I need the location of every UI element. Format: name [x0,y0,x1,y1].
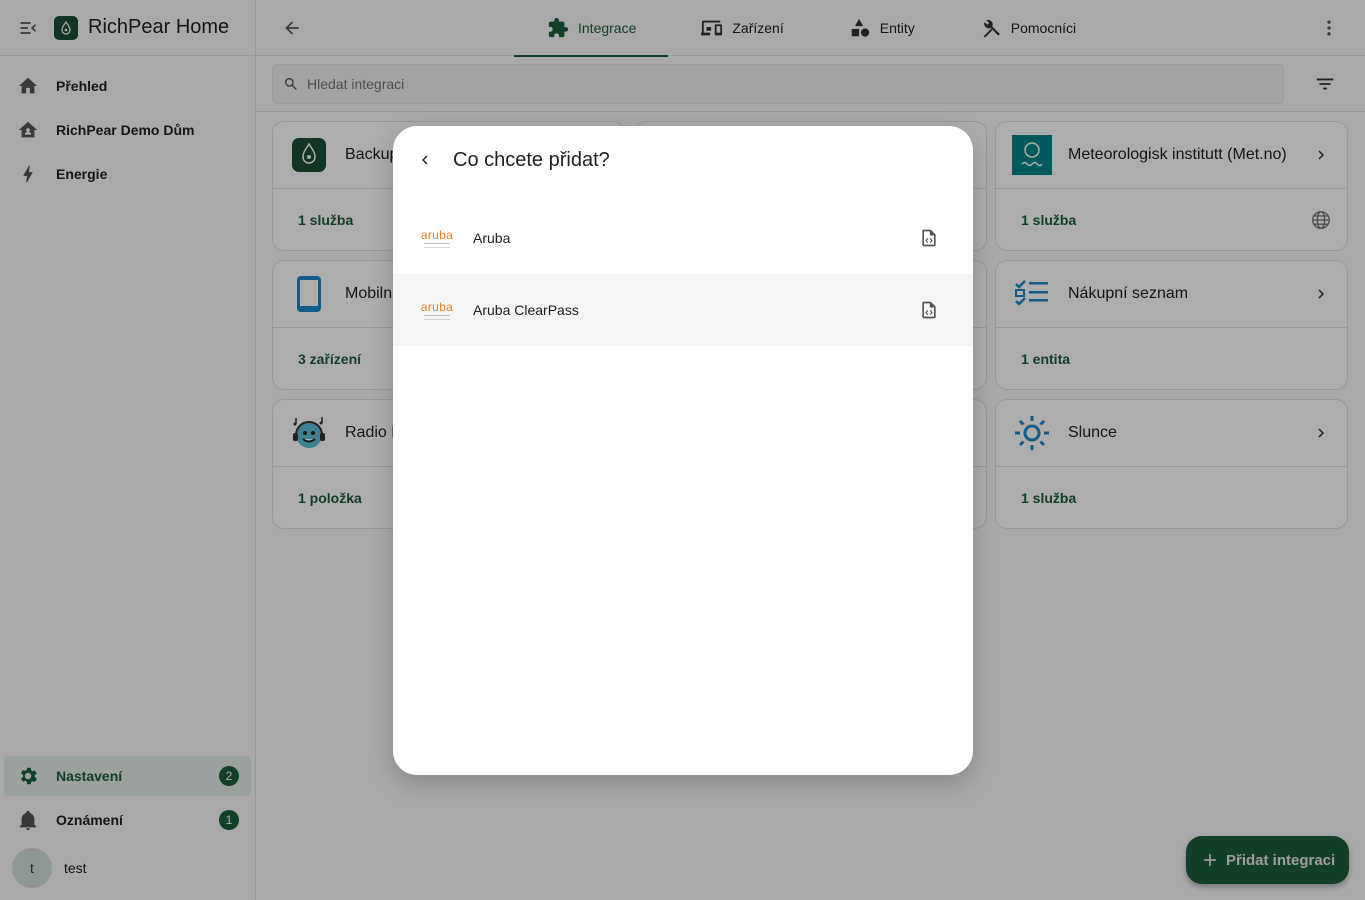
chevron-left-icon[interactable] [413,148,437,172]
dialog-header: Co chcete přidat? [393,126,973,194]
logo-wordmark: aruba [420,227,454,242]
file-code-icon [917,298,941,322]
list-item-aruba-clearpass[interactable]: aruba Aruba ClearPass [393,274,973,346]
dialog-title: Co chcete přidat? [453,148,610,171]
brand-list: aruba Aruba aruba Aruba ClearPass [393,202,973,346]
list-item-label: Aruba [473,230,511,246]
list-item-aruba[interactable]: aruba Aruba [393,202,973,274]
logo-wordmark: aruba [420,299,454,314]
aruba-logo: aruba [417,226,457,250]
aruba-logo: aruba [417,298,457,322]
logo-subline [424,314,450,320]
add-integration-dialog: Co chcete přidat? aruba Aruba aruba Arub… [393,126,973,775]
file-code-icon [917,226,941,250]
logo-subline [424,242,450,248]
list-item-label: Aruba ClearPass [473,302,579,318]
